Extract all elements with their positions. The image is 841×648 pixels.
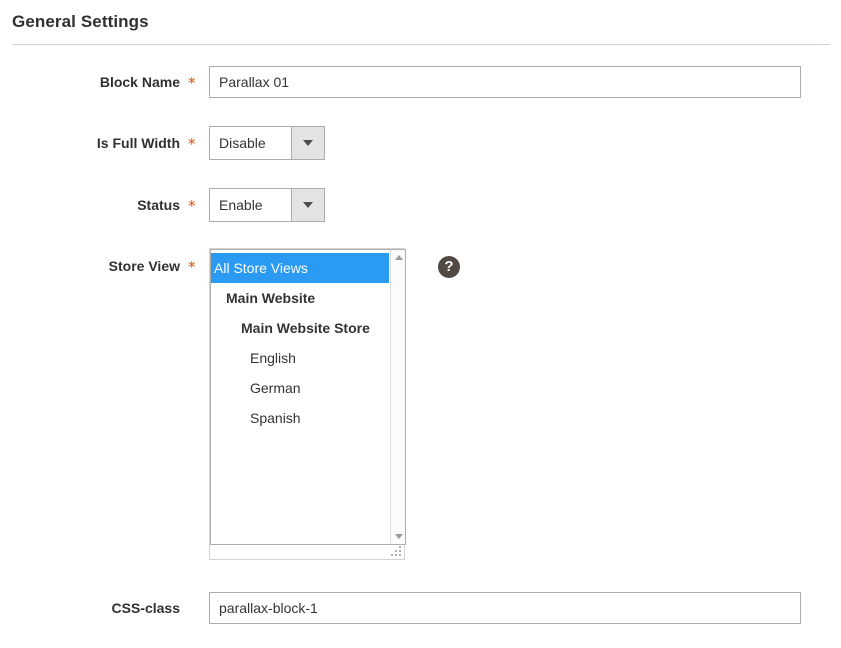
store-view-multiselect-container: All Store Views Main Website Main Websit… xyxy=(209,248,406,560)
block-name-label: Block Name xyxy=(99,74,180,90)
store-view-option-main-website-store[interactable]: Main Website Store xyxy=(211,313,389,343)
store-view-option-list: All Store Views Main Website Main Websit… xyxy=(211,250,389,544)
status-select[interactable]: Enable xyxy=(209,188,325,222)
store-view-scrollbar[interactable] xyxy=(390,250,405,544)
store-view-option-german[interactable]: German xyxy=(211,373,389,403)
store-view-option-spanish[interactable]: Spanish xyxy=(211,403,389,433)
css-class-label: CSS-class xyxy=(111,600,180,616)
css-class-input[interactable] xyxy=(209,592,801,624)
is-full-width-required-indicator: * xyxy=(188,135,196,153)
status-selected-value: Enable xyxy=(210,189,291,221)
is-full-width-selected-value: Disable xyxy=(210,127,291,159)
store-view-required-indicator: * xyxy=(188,258,196,276)
store-view-help-icon[interactable]: ? xyxy=(438,256,460,278)
store-view-label: Store View xyxy=(108,258,180,274)
chevron-down-icon[interactable] xyxy=(291,189,324,221)
store-view-option-english[interactable]: English xyxy=(211,343,389,373)
is-full-width-select[interactable]: Disable xyxy=(209,126,325,160)
header-divider xyxy=(12,44,830,45)
scroll-up-arrow-icon[interactable] xyxy=(391,250,405,265)
page-title: General Settings xyxy=(12,12,149,31)
status-label: Status xyxy=(137,197,180,213)
store-view-option-main-website[interactable]: Main Website xyxy=(211,283,389,313)
store-view-multiselect[interactable]: All Store Views Main Website Main Websit… xyxy=(210,249,406,545)
block-name-required-indicator: * xyxy=(188,74,196,92)
resize-grip-icon[interactable] xyxy=(390,545,402,557)
block-name-input[interactable] xyxy=(209,66,801,98)
chevron-down-icon[interactable] xyxy=(291,127,324,159)
is-full-width-label: Is Full Width xyxy=(96,135,180,151)
store-view-option-all-store-views[interactable]: All Store Views xyxy=(211,253,389,283)
scroll-down-arrow-icon[interactable] xyxy=(391,529,405,544)
status-required-indicator: * xyxy=(188,197,196,215)
